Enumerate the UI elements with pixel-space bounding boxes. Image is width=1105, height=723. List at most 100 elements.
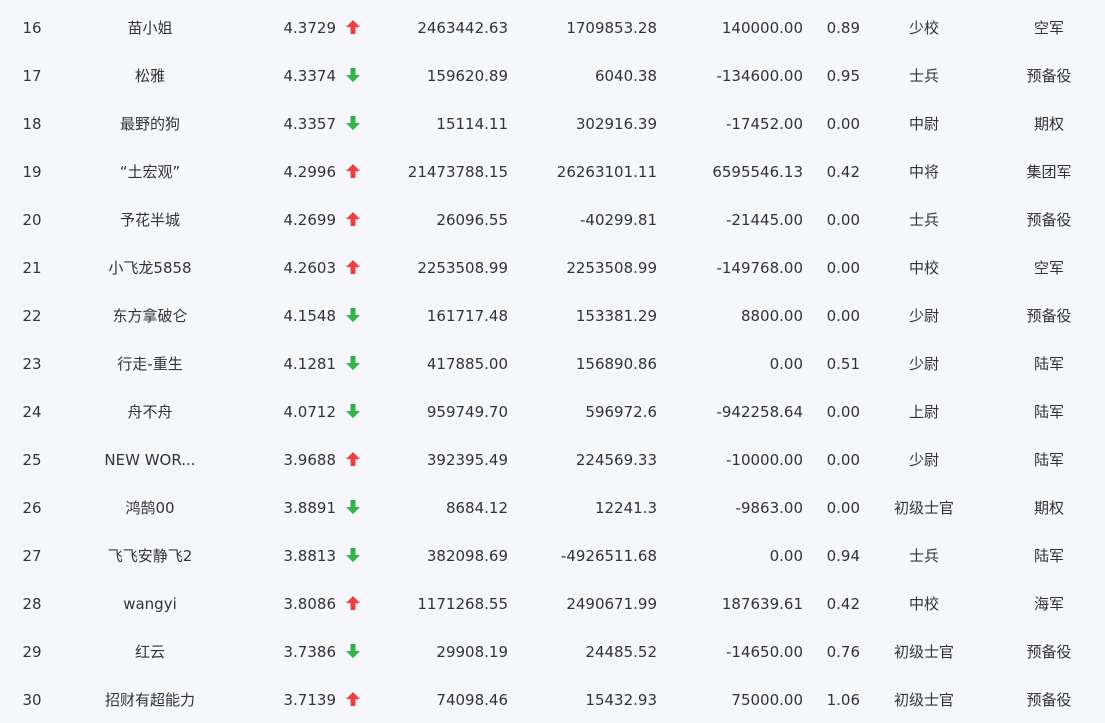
table-row[interactable]: 30 招财有超能力 3.7139 74098.46 15432.93 75000.00 1.… [0,676,1105,723]
value-2-cell: 224569.33 [575,451,657,469]
score-cell: 4.2699 [283,211,337,229]
table-row[interactable]: 20 予花半城 4.2699 26096.55 -40299.81 -21445.00 0.… [0,196,1105,244]
value-4-cell: 0.00 [826,499,860,517]
username-link[interactable]: 最野的狗 [70,100,230,148]
unit-cell: 预备役 [1026,643,1072,661]
value-4-cell: 0.00 [826,403,860,421]
username-link[interactable]: 舟不舟 [70,388,230,436]
rank-title-cell: 少校 [908,19,939,37]
username-link[interactable]: NEW WOR... [70,436,230,484]
value-4-cell: 0.42 [826,595,860,613]
ranking-table: 16 苗小姐 4.3729 2463442.63 1709853.28 140000.00… [0,0,1105,723]
score-cell: 4.3729 [283,19,337,37]
score-cell: 3.8086 [283,595,337,613]
table-row[interactable]: 21 小飞龙5858 4.2603 2253508.99 2253508.99 -1497… [0,244,1105,292]
arrow-down-icon [340,484,366,532]
table-row[interactable]: 19 “土宏观” 4.2996 21473788.15 26263101.11 65955… [0,148,1105,196]
rank-title-cell: 中校 [908,259,939,277]
value-1-cell: 959749.70 [426,403,508,421]
rank-title-cell: 中校 [908,595,939,613]
username-link[interactable]: 小飞龙5858 [70,244,230,292]
rank-cell: 24 [22,403,42,421]
table-row[interactable]: 16 苗小姐 4.3729 2463442.63 1709853.28 140000.00… [0,4,1105,52]
value-4-cell: 0.51 [826,355,860,373]
rank-cell: 23 [22,355,42,373]
arrow-down-icon [340,340,366,388]
value-1-cell: 159620.89 [426,67,508,85]
value-4-cell: 0.89 [826,19,860,37]
arrow-down-icon [340,52,366,100]
unit-cell: 海军 [1033,595,1064,613]
value-1-cell: 2253508.99 [417,259,508,277]
value-3-cell: 8800.00 [740,307,803,325]
rank-title-cell: 少尉 [908,451,939,469]
value-1-cell: 29908.19 [436,643,508,661]
username-link[interactable]: wangyi [70,580,230,628]
table-row[interactable]: 24 舟不舟 4.0712 959749.70 596972.6 -942258.64 0.… [0,388,1105,436]
table-row[interactable]: 28 wangyi 3.8086 1171268.55 2490671.99 187639… [0,580,1105,628]
value-1-cell: 161717.48 [426,307,508,325]
unit-cell: 期权 [1033,499,1064,517]
table-row[interactable]: 22 东方拿破仑 4.1548 161717.48 153381.29 8800.00 0.… [0,292,1105,340]
rank-title-cell: 中尉 [908,115,939,133]
value-1-cell: 2463442.63 [417,19,508,37]
username-link[interactable]: 行走-重生 [70,340,230,388]
table-row[interactable]: 26 鸿鹄00 3.8891 8684.12 12241.3 -9863.00 0.00 初级… [0,484,1105,532]
value-2-cell: 6040.38 [594,67,657,85]
username-link[interactable]: 鸿鹄00 [70,484,230,532]
value-1-cell: 21473788.15 [407,163,508,181]
unit-cell: 预备役 [1026,691,1072,709]
value-1-cell: 15114.11 [436,115,508,133]
username-link[interactable]: 予花半城 [70,196,230,244]
score-cell: 4.3374 [283,67,337,85]
value-1-cell: 1171268.55 [417,595,508,613]
username-link[interactable]: 苗小姐 [70,4,230,52]
value-1-cell: 8684.12 [445,499,508,517]
rank-cell: 22 [22,307,42,325]
username-link[interactable]: “土宏观” [70,148,230,196]
score-cell: 4.1548 [283,307,337,325]
value-2-cell: 2490671.99 [566,595,657,613]
rank-title-cell: 士兵 [908,211,939,229]
unit-cell: 预备役 [1026,211,1072,229]
unit-cell: 陆军 [1033,547,1064,565]
score-cell: 3.8891 [283,499,337,517]
value-3-cell: 0.00 [769,355,803,373]
value-4-cell: 0.76 [826,643,860,661]
username-link[interactable]: 招财有超能力 [70,676,230,723]
arrow-up-icon [340,148,366,196]
value-1-cell: 392395.49 [426,451,508,469]
value-2-cell: 1709853.28 [566,19,657,37]
arrow-down-icon [340,532,366,580]
username-link[interactable]: 东方拿破仑 [70,292,230,340]
rank-title-cell: 初级士官 [893,643,954,661]
rank-title-cell: 中将 [908,163,939,181]
value-3-cell: 6595546.13 [712,163,803,181]
value-4-cell: 0.00 [826,259,860,277]
table-row[interactable]: 29 红云 3.7386 29908.19 24485.52 -14650.00 0.76 初… [0,628,1105,676]
username-link[interactable]: 红云 [70,628,230,676]
username-link[interactable]: 松雅 [70,52,230,100]
table-row[interactable]: 18 最野的狗 4.3357 15114.11 302916.39 -17452.00 0.… [0,100,1105,148]
table-row[interactable]: 25 NEW WOR... 3.9688 392395.49 224569.33 -100… [0,436,1105,484]
table-row[interactable]: 17 松雅 4.3374 159620.89 6040.38 -134600.00 0.95… [0,52,1105,100]
value-2-cell: 12241.3 [594,499,657,517]
table-row[interactable]: 27 飞飞安静飞2 3.8813 382098.69 -4926511.68 0.00 0.… [0,532,1105,580]
rank-title-cell: 初级士官 [893,691,954,709]
value-3-cell: 0.00 [769,547,803,565]
score-cell: 4.0712 [283,403,337,421]
arrow-up-icon [340,244,366,292]
value-3-cell: 187639.61 [721,595,803,613]
value-2-cell: 596972.6 [585,403,657,421]
value-3-cell: 140000.00 [721,19,803,37]
rank-title-cell: 士兵 [908,67,939,85]
arrow-down-icon [340,628,366,676]
value-2-cell: 26263101.11 [556,163,657,181]
value-1-cell: 74098.46 [436,691,508,709]
table-row[interactable]: 23 行走-重生 4.1281 417885.00 156890.86 0.00 0.51 少… [0,340,1105,388]
score-cell: 3.7139 [283,691,337,709]
username-link[interactable]: 飞飞安静飞2 [70,532,230,580]
score-cell: 3.7386 [283,643,337,661]
value-3-cell: -10000.00 [726,451,803,469]
value-3-cell: -17452.00 [726,115,803,133]
